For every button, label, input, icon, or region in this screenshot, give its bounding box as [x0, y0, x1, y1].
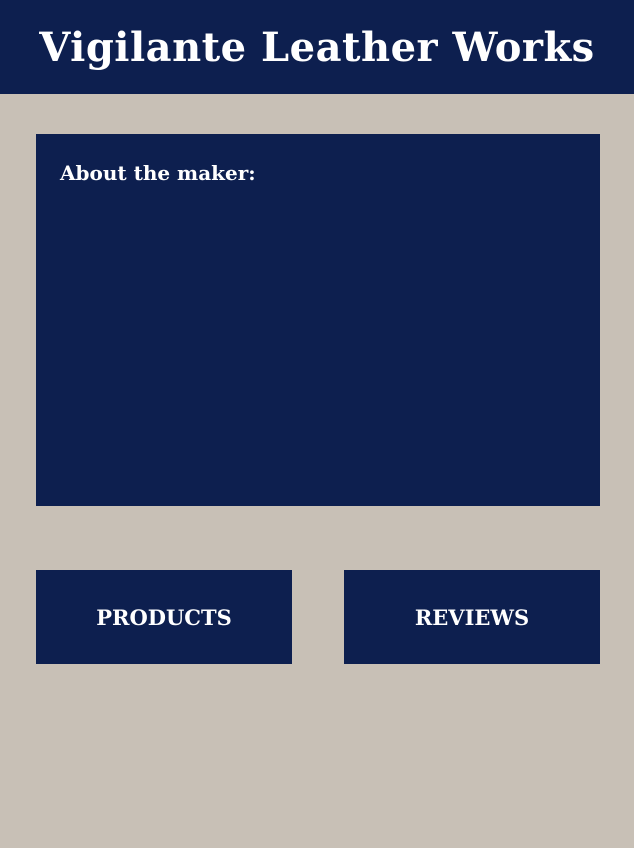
reviews-button[interactable]: REVIEWS [344, 570, 600, 664]
reviews-button-label: REVIEWS [414, 604, 530, 630]
about-panel: About the maker: [36, 134, 600, 506]
products-button[interactable]: PRODUCTS [36, 570, 292, 664]
about-heading: About the maker: [60, 161, 256, 185]
products-button-label: PRODUCTS [96, 604, 232, 630]
site-title: Vigilante Leather Works [39, 23, 595, 71]
site-header: Vigilante Leather Works [0, 0, 634, 94]
